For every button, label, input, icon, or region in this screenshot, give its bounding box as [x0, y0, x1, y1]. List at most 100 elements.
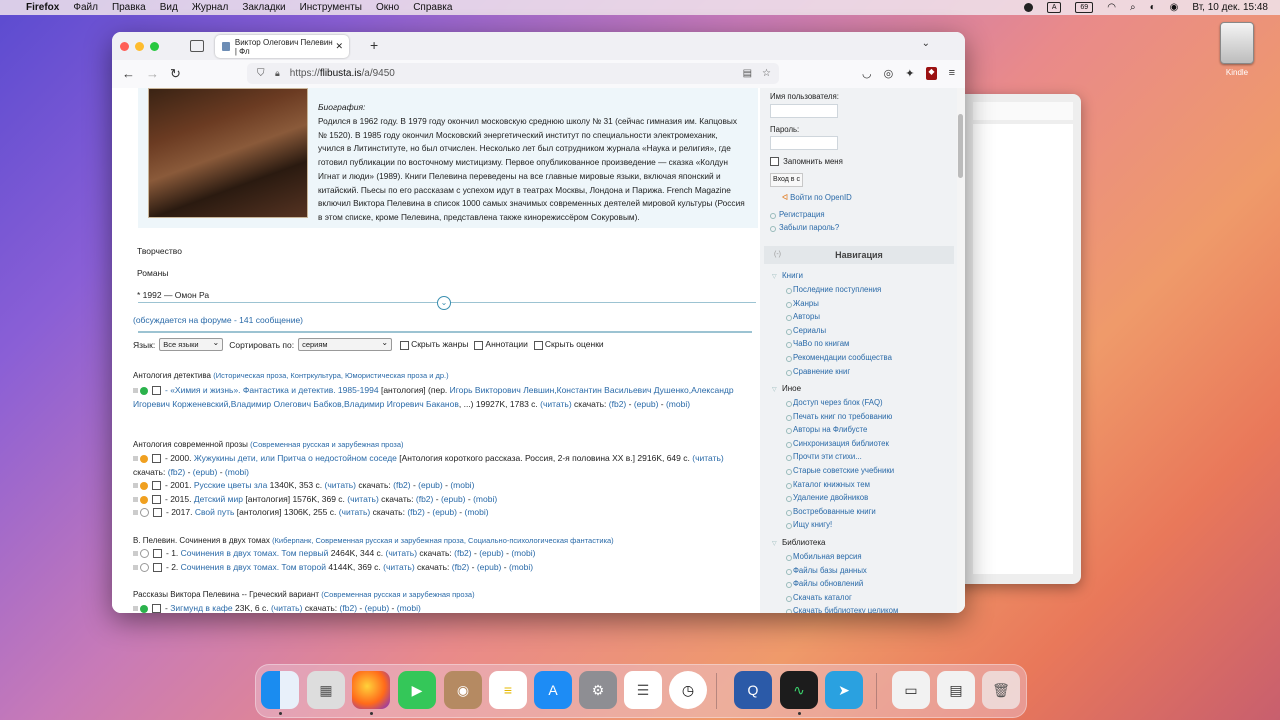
tab-active[interactable]: Виктор Олегович Пелевин | Фл ✕ [215, 35, 349, 58]
menu-history[interactable]: Журнал [192, 2, 229, 13]
book-title-link[interactable]: - «Химия и жизнь». Фантастика и детектив… [165, 385, 379, 395]
epub-link[interactable]: (epub) [432, 507, 457, 517]
annotations-checkbox[interactable] [474, 340, 484, 350]
notes-icon[interactable]: ≡ [489, 671, 527, 709]
register-link[interactable]: Регистрация [779, 210, 825, 219]
read-link[interactable]: (читать) [692, 453, 724, 463]
sidebar-link[interactable]: Авторы [793, 312, 820, 321]
book-title-link[interactable]: Детский мир [194, 494, 243, 504]
sidebar-link[interactable]: Синхронизация библиотек [793, 439, 889, 448]
zoom-window-button[interactable] [150, 41, 159, 51]
sidebar-link[interactable]: Сравнение книг [793, 367, 850, 376]
facetime-icon[interactable]: ▶ [398, 671, 436, 709]
fb2-link[interactable]: (fb2) [407, 507, 424, 517]
epub-link[interactable]: (epub) [365, 603, 390, 613]
book-select-checkbox[interactable] [152, 604, 161, 613]
read-link[interactable]: (читать) [347, 494, 379, 504]
forward-icon[interactable]: → [146, 66, 159, 81]
book-select-checkbox[interactable] [153, 549, 162, 559]
remember-checkbox[interactable] [770, 157, 779, 167]
sort-select[interactable]: сериям [298, 337, 393, 351]
sidebar-link[interactable]: Авторы на Флибусте [793, 425, 867, 434]
tab-overview-icon[interactable] [190, 40, 204, 52]
book-select-checkbox[interactable] [152, 386, 161, 396]
epub-link[interactable]: (epub) [477, 562, 502, 572]
sidebar-link[interactable]: Рекомендации сообщества [793, 353, 892, 362]
launchpad-icon[interactable]: ▦ [307, 671, 345, 709]
fb2-link[interactable]: (fb2) [393, 480, 410, 490]
mobi-link[interactable]: (mobi) [473, 494, 497, 504]
system-settings-icon[interactable]: ⚙ [579, 671, 617, 709]
url-text[interactable]: https://flibusta.is/a/9450 [290, 68, 395, 79]
finder-icon[interactable] [261, 671, 299, 709]
login-button[interactable]: Вход в с [770, 173, 803, 187]
url-bar[interactable]: ⛉ 🔒︎ https://flibusta.is/a/9450 ▤ ☆ [247, 63, 779, 84]
mobi-link[interactable]: (mobi) [511, 548, 535, 558]
book-title-link[interactable]: Сочинения в двух томах. Том второй [181, 562, 326, 572]
mobi-link[interactable]: (mobi) [465, 507, 489, 517]
sidebar-link[interactable]: Востребованные книги [793, 507, 876, 516]
back-icon[interactable]: ← [122, 66, 135, 81]
sidebar-link[interactable]: Печать книг по требованию [793, 412, 892, 421]
fb2-link[interactable]: (fb2) [340, 603, 357, 613]
password-input[interactable] [770, 136, 838, 150]
reload-icon[interactable]: ↻ [170, 66, 181, 82]
reader-view-icon[interactable]: ▤ [743, 68, 752, 79]
sidebar-link[interactable]: Каталог книжных тем [793, 480, 870, 489]
activity-monitor-icon[interactable]: ∿ [780, 671, 818, 709]
username-input[interactable] [770, 104, 838, 118]
sidebar-link[interactable]: Старые советские учебники [793, 466, 894, 475]
tracking-shield-icon[interactable]: ⛉ [257, 68, 267, 79]
trash-icon[interactable]: 🗑︎ [982, 671, 1020, 709]
forum-link[interactable]: (обсуждается на форуме - 141 сообщение) [133, 315, 303, 325]
series-genres[interactable]: (Современная русская и зарубежная проза) [250, 440, 403, 449]
menu-edit[interactable]: Правка [112, 2, 146, 13]
siri-icon[interactable]: ◉ [1170, 2, 1179, 13]
clock-text[interactable]: Вт, 10 дек. 15:48 [1192, 2, 1268, 13]
book-title-link[interactable]: Жужукины дети, или Притча о недостойном … [194, 453, 397, 463]
clock-icon[interactable]: ◷ [669, 671, 707, 709]
series-genres[interactable]: (Современная русская и зарубежная проза) [321, 590, 474, 599]
list-tabs-icon[interactable]: ⌄ [922, 38, 930, 49]
hide-genres-checkbox[interactable] [400, 340, 410, 350]
menu-help[interactable]: Справка [413, 2, 452, 13]
fb2-link[interactable]: (fb2) [416, 494, 433, 504]
category-books[interactable]: Книги [782, 271, 803, 280]
menu-file[interactable]: Файл [73, 2, 98, 13]
read-link[interactable]: (читать) [540, 399, 572, 409]
fb2-link[interactable]: (fb2) [168, 467, 185, 477]
mobi-link[interactable]: (mobi) [666, 399, 690, 409]
menu-bookmarks[interactable]: Закладки [242, 2, 285, 13]
contacts-icon[interactable]: ◉ [444, 671, 482, 709]
sidebar-link[interactable]: Файлы базы данных [793, 566, 867, 575]
sidebar-link[interactable]: Сериалы [793, 326, 826, 335]
battery-icon[interactable]: 69 [1075, 2, 1094, 13]
menu-window[interactable]: Окно [376, 2, 399, 13]
mobi-link[interactable]: (mobi) [450, 480, 474, 490]
wifi-icon[interactable]: ◠ [1107, 2, 1116, 13]
menu-tools[interactable]: Инструменты [300, 2, 362, 13]
navigation-toggle[interactable]: (-) [774, 246, 781, 264]
book-title-link[interactable]: Свой путь [195, 507, 235, 517]
openid-link[interactable]: ᐊ Войти по OpenID [782, 193, 852, 202]
book-select-checkbox[interactable] [153, 508, 162, 518]
bookmark-star-icon[interactable]: ☆ [762, 68, 771, 79]
fb2-link[interactable]: (fb2) [452, 562, 469, 572]
scrollbar[interactable] [957, 88, 965, 613]
background-window[interactable] [955, 94, 1081, 584]
sidebar-link[interactable]: Файлы обновлений [793, 579, 863, 588]
read-link[interactable]: (читать) [271, 603, 303, 613]
epub-link[interactable]: (epub) [418, 480, 443, 490]
lock-icon[interactable]: 🔒︎ [275, 68, 280, 79]
series-genres[interactable]: (Киберпанк, Современная русская и зарубе… [272, 536, 614, 545]
epub-link[interactable]: (epub) [479, 548, 504, 558]
account-icon[interactable]: ◎ [884, 67, 894, 80]
sidebar-link[interactable]: Скачать библиотеку целиком [793, 606, 898, 613]
sidebar-link[interactable]: Скачать каталог [793, 593, 852, 602]
book-select-checkbox[interactable] [152, 495, 161, 505]
mobi-link[interactable]: (mobi) [397, 603, 421, 613]
sidebar-link[interactable]: Доступ через блок (FAQ) [793, 398, 883, 407]
fb2-link[interactable]: (fb2) [609, 399, 626, 409]
minimize-window-button[interactable] [135, 41, 144, 51]
read-link[interactable]: (читать) [386, 548, 418, 558]
